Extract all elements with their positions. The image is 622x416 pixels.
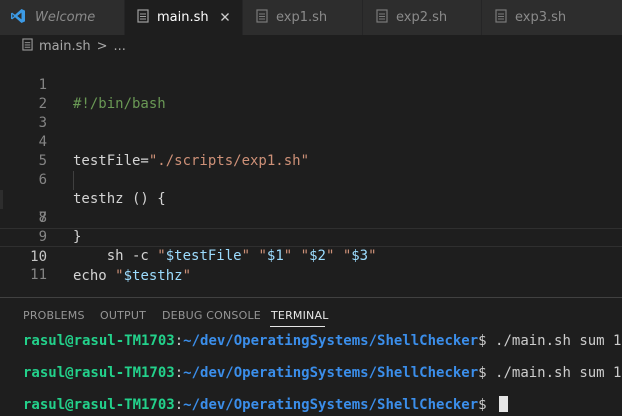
code-line: 6 testhz () { — [0, 152, 622, 207]
code-line: 4 testFile="./scripts/exp1.sh" — [0, 114, 622, 169]
terminal-prompt: $ — [478, 397, 496, 413]
terminal-prompt: $ — [478, 365, 496, 381]
terminal-line: rasul@rasul-TM1703:~/dev/OperatingSystem… — [23, 364, 622, 383]
code-line: 1 #!/bin/bash — [0, 57, 622, 112]
code-line: 7 sh -c "$testFile" "$1" "$2" "$3" — [0, 171, 622, 264]
terminal-colon: : — [174, 365, 184, 381]
active-tab-indicator — [270, 326, 325, 327]
code-text: echo "$testhz" — [73, 268, 192, 284]
breadcrumb: main.sh > ... — [0, 35, 622, 57]
panel-tabs: PROBLEMS OUTPUT DEBUG CONSOLE TERMINAL — [0, 298, 622, 331]
code-line: 2 — [0, 76, 622, 112]
terminal-user: rasul@rasul-TM1703 — [23, 397, 175, 413]
code-line: 11 — [0, 247, 622, 283]
terminal-line: rasul@rasul-TM1703:~/dev/OperatingSystem… — [23, 396, 509, 415]
terminal-cursor — [499, 396, 509, 412]
editor-tab-bar: Welcome main.sh exp1.sh exp2.sh exp3.sh — [0, 0, 622, 35]
tab-label: exp1.sh — [276, 10, 328, 25]
terminal-command: ./main.sh sum 1 2 — [495, 365, 622, 381]
code-line: 5 — [0, 133, 622, 169]
tab-label: exp3.sh — [515, 10, 567, 25]
bottom-panel: PROBLEMS OUTPUT DEBUG CONSOLE TERMINAL r… — [0, 297, 622, 416]
breadcrumb-file[interactable]: main.sh — [39, 39, 91, 54]
tab-terminal[interactable]: TERMINAL — [271, 309, 329, 322]
code-line-current: 10 echo "$testhz" — [0, 228, 622, 284]
file-icon — [137, 8, 149, 27]
terminal-command: ./main.sh sum 1 2 — [495, 333, 622, 349]
code-line: 8 } — [0, 190, 622, 245]
breadcrumb-more[interactable]: ... — [114, 39, 126, 54]
terminal-path: ~/dev/OperatingSystems/ShellChecker — [183, 365, 479, 381]
terminal-path: ~/dev/OperatingSystems/ShellChecker — [183, 397, 479, 413]
code-editor[interactable]: 1 #!/bin/bash 2 3 4 testFile="./scripts/… — [0, 57, 622, 297]
terminal-line: rasul@rasul-TM1703:~/dev/OperatingSystem… — [23, 332, 622, 351]
terminal-user: rasul@rasul-TM1703 — [23, 365, 175, 381]
tab-problems[interactable]: PROBLEMS — [23, 309, 85, 322]
tab-label: exp2.sh — [396, 10, 448, 25]
tab-welcome[interactable]: Welcome — [0, 0, 125, 35]
tab-output[interactable]: OUTPUT — [100, 309, 146, 322]
file-icon — [256, 8, 268, 27]
code-line: 9 — [0, 209, 622, 245]
file-icon — [495, 8, 507, 27]
tab-debug-console[interactable]: DEBUG CONSOLE — [162, 309, 261, 322]
terminal-user: rasul@rasul-TM1703 — [23, 333, 175, 349]
line-number: 11 — [30, 267, 47, 283]
tab-exp2-sh[interactable]: exp2.sh — [363, 0, 482, 35]
tab-main-sh[interactable]: main.sh — [125, 0, 243, 35]
terminal-colon: : — [174, 333, 184, 349]
file-icon — [376, 8, 388, 27]
tab-label: main.sh — [157, 10, 209, 25]
terminal-colon: : — [174, 397, 184, 413]
tab-exp3-sh[interactable]: exp3.sh — [482, 0, 622, 35]
terminal-path: ~/dev/OperatingSystems/ShellChecker — [183, 333, 479, 349]
file-icon — [22, 37, 33, 55]
tab-label: Welcome — [35, 10, 96, 25]
close-icon[interactable] — [218, 10, 232, 24]
indent-guide — [73, 171, 74, 190]
vscode-logo-icon — [10, 8, 26, 28]
code-line: 3 — [0, 95, 622, 131]
chevron-right-icon: > — [96, 38, 108, 54]
tab-exp1-sh[interactable]: exp1.sh — [243, 0, 363, 35]
terminal-prompt: $ — [478, 333, 496, 349]
